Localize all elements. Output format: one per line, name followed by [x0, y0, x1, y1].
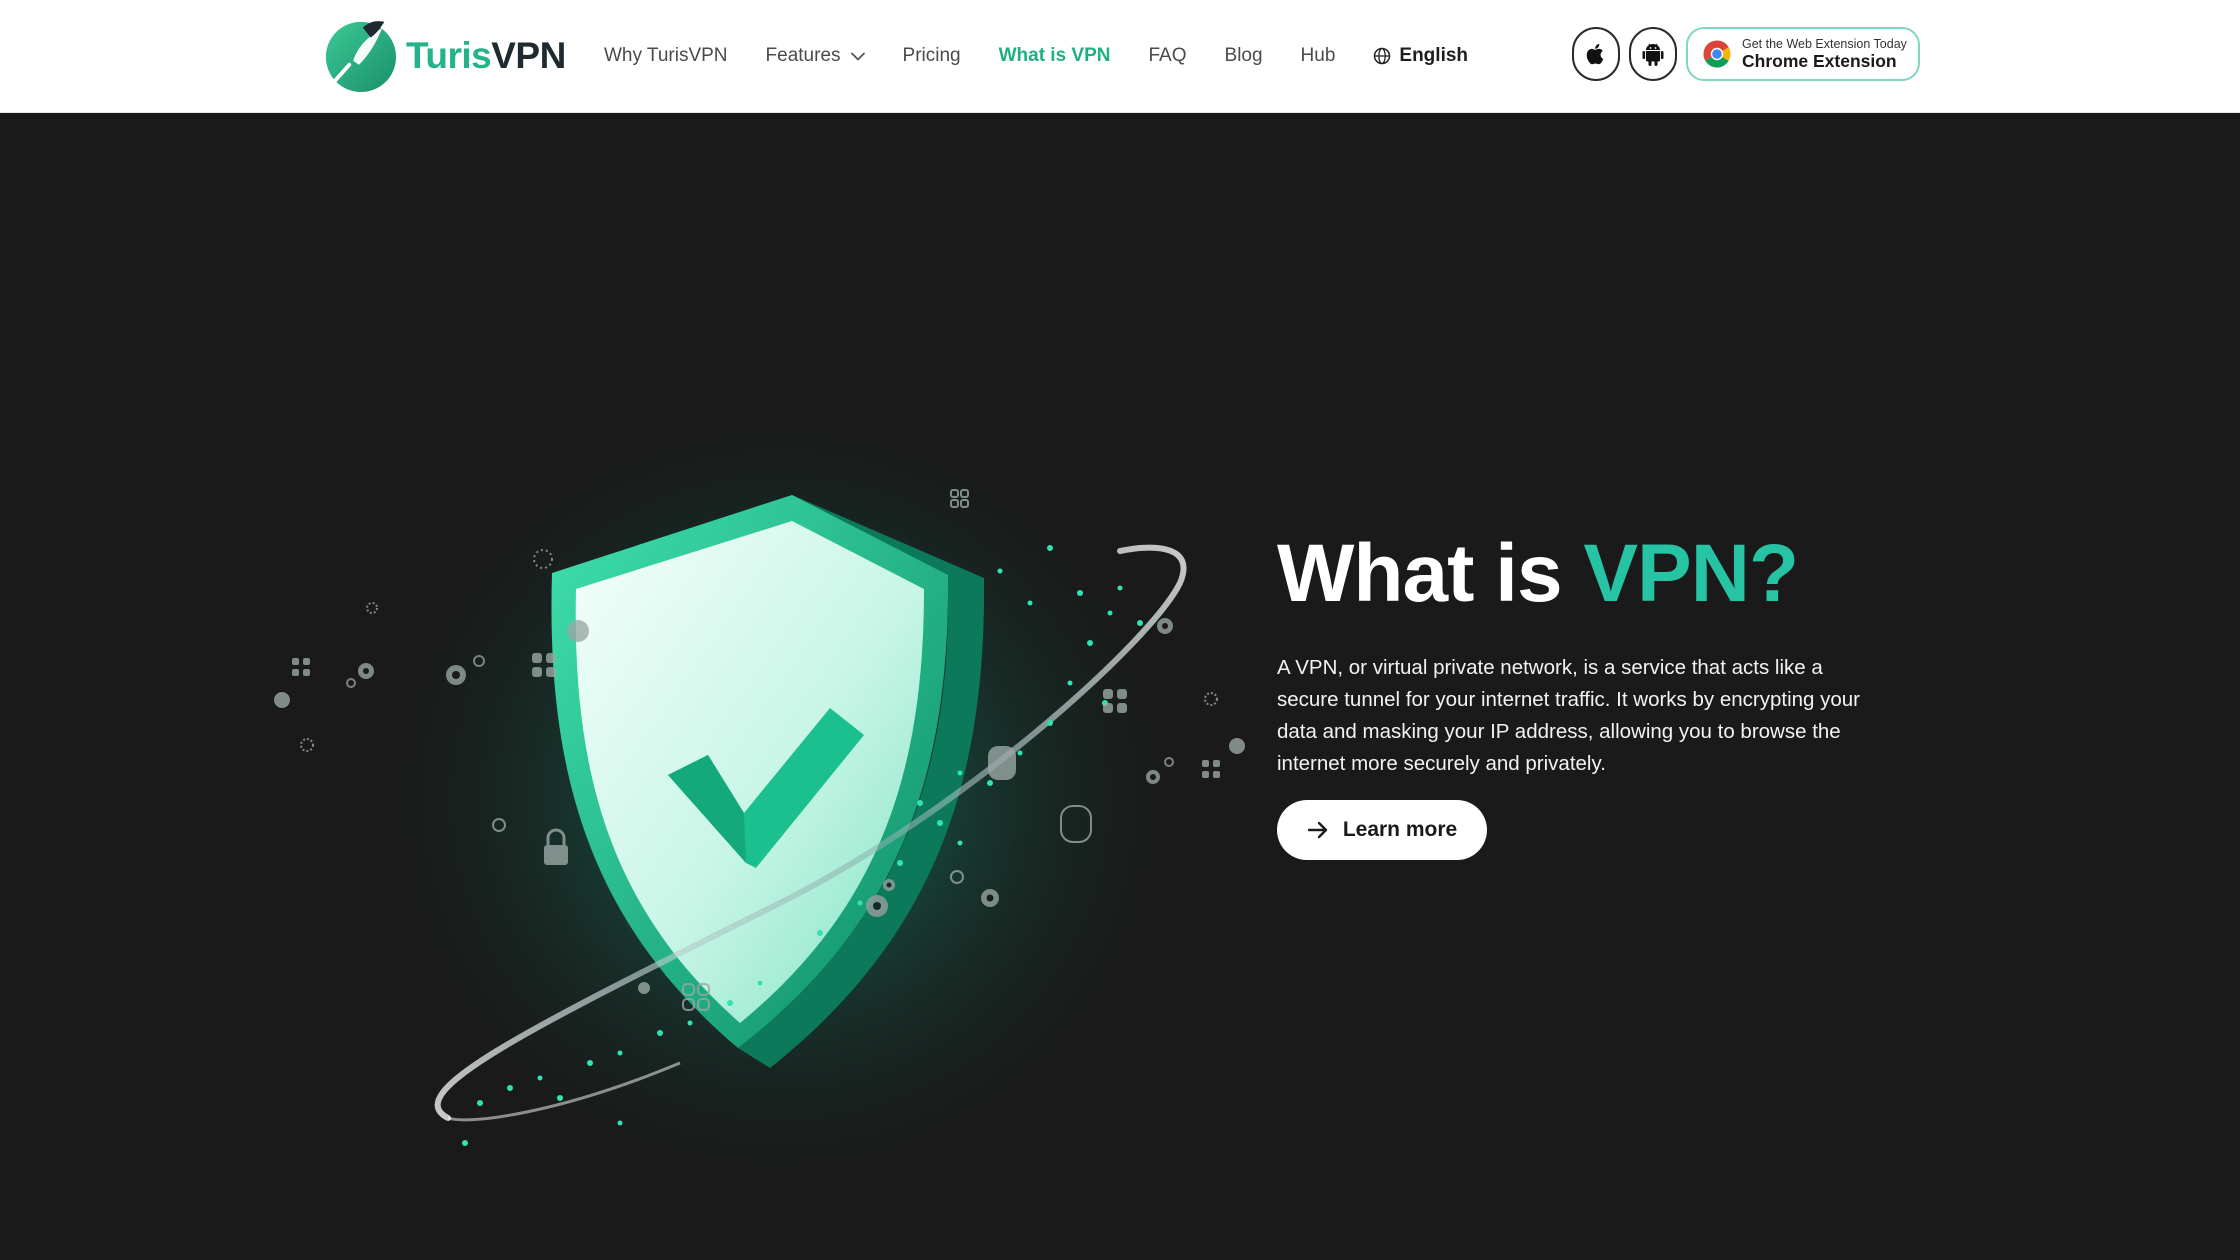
apple-icon: [1586, 43, 1604, 65]
main-nav: Why TurisVPN Features Pricing What is VP…: [604, 0, 1468, 112]
nav-what-is-vpn[interactable]: What is VPN: [999, 45, 1111, 67]
android-download-button[interactable]: [1629, 27, 1677, 81]
nav-pricing[interactable]: Pricing: [903, 45, 961, 67]
learn-more-button[interactable]: Learn more: [1277, 800, 1487, 860]
hero-section: What is VPN? A VPN, or virtual private n…: [0, 113, 2240, 1260]
chevron-down-icon: [850, 52, 865, 60]
nav-features[interactable]: Features: [766, 45, 865, 67]
turis-logo-icon: [325, 21, 397, 93]
learn-more-label: Learn more: [1342, 818, 1458, 841]
nav-label: Blog: [1224, 45, 1263, 66]
android-icon: [1642, 43, 1664, 66]
nav-why-turisvpn[interactable]: Why TurisVPN: [604, 45, 728, 67]
chrome-extension-button[interactable]: Get the Web Extension Today Chrome Exten…: [1686, 27, 1920, 81]
apple-download-button[interactable]: [1572, 27, 1620, 81]
logo-text-vpn: VPN: [491, 34, 566, 76]
shield-checkmark-illustration: [274, 408, 1245, 1188]
logo-text-turis: Turis: [406, 34, 492, 76]
site-header: TurisVPN Why TurisVPN Features Pricing W…: [0, 0, 2240, 113]
arrow-right-icon: [1307, 821, 1328, 839]
nav-label: What is VPN: [998, 45, 1111, 66]
nav-label: FAQ: [1148, 45, 1187, 66]
hero-title-part1: What is: [1277, 528, 1584, 619]
nav-faq[interactable]: FAQ: [1149, 45, 1187, 67]
nav-hub[interactable]: Hub: [1301, 45, 1336, 67]
nav-label: Hub: [1300, 45, 1336, 66]
chrome-extension-subtitle: Get the Web Extension Today: [1742, 36, 1907, 51]
language-label: English: [1399, 45, 1469, 66]
globe-icon: [1374, 47, 1391, 65]
chrome-icon: [1703, 40, 1731, 68]
nav-label: Features: [765, 45, 841, 66]
nav-blog[interactable]: Blog: [1225, 45, 1263, 67]
language-selector[interactable]: English: [1373, 45, 1468, 67]
nav-label: Why TurisVPN: [604, 45, 728, 66]
hero-title-highlight: VPN?: [1583, 528, 1799, 619]
nav-label: Pricing: [902, 45, 961, 66]
chrome-extension-title: Chrome Extension: [1742, 51, 1897, 72]
logo[interactable]: TurisVPN: [320, 12, 566, 98]
hero-title: What is VPN?: [1277, 533, 1799, 615]
hero-description: A VPN, or virtual private network, is a …: [1277, 656, 1860, 775]
